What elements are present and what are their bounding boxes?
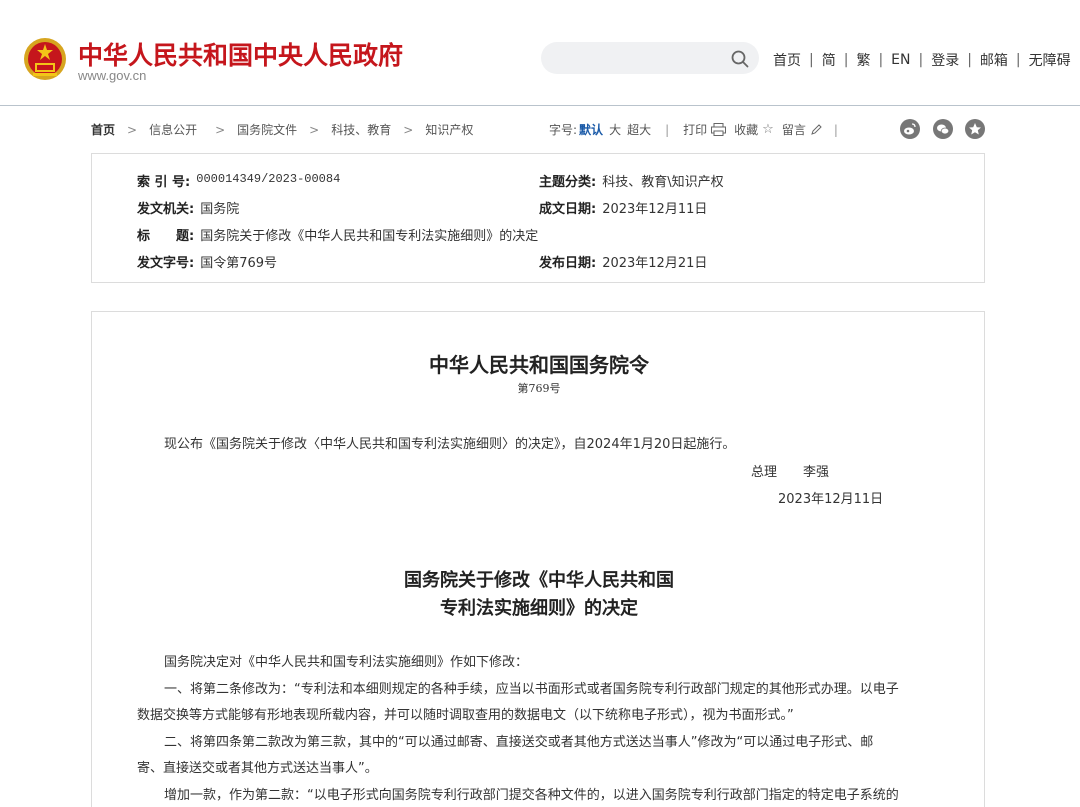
separator: | bbox=[918, 52, 924, 68]
sign-date: 2023年12月11日 bbox=[778, 492, 884, 507]
paragraph-2-line1: 二、将第四条第二款改为第三款，其中的“可以通过邮寄、直接送交或者其他方式送达当事… bbox=[164, 735, 874, 750]
separator: | bbox=[665, 122, 670, 137]
meta-index: 索 引 号: 000014349/2023-00084 bbox=[137, 171, 340, 190]
favorite-share-icon[interactable] bbox=[965, 119, 985, 139]
paragraph-1-line2: 数据交换等方式能够有形地表现所载内容，并可以随时调取查用的数据电文（以下统称电子… bbox=[137, 708, 794, 723]
meta-created-label: 成文日期: bbox=[539, 202, 597, 217]
search-input[interactable] bbox=[541, 42, 759, 74]
star-icon[interactable]: ☆ bbox=[762, 122, 774, 137]
chevron-right-icon: > bbox=[309, 122, 320, 137]
weibo-share-icon[interactable] bbox=[900, 119, 920, 139]
chevron-right-icon: > bbox=[403, 122, 414, 137]
meta-topic-label: 主题分类: bbox=[539, 175, 597, 190]
meta-index-label: 索 引 号: bbox=[137, 175, 191, 190]
signer: 总理 李强 bbox=[751, 465, 830, 480]
separator: | bbox=[809, 52, 814, 68]
meta-topic-value: 科技、教育\知识产权 bbox=[602, 175, 724, 190]
breadcrumb-info-disclosure[interactable]: 信息公开 bbox=[149, 121, 197, 138]
separator: | bbox=[833, 122, 838, 137]
breadcrumb-ip[interactable]: 知识产权 bbox=[425, 121, 473, 138]
meta-docno-label: 发文字号: bbox=[137, 256, 195, 271]
font-size-large[interactable]: 大 bbox=[609, 121, 621, 138]
font-size-label: 字号: bbox=[549, 123, 578, 137]
meta-created-value: 2023年12月11日 bbox=[602, 202, 708, 217]
top-link-login[interactable]: 登录 bbox=[931, 50, 959, 70]
separator: | bbox=[967, 52, 972, 68]
top-link-mail[interactable]: 邮箱 bbox=[980, 50, 1008, 70]
site-header: 中华人民共和国中央人民政府 www.gov.cn 首页 | 简 | 繁 | EN… bbox=[0, 0, 1080, 106]
top-link-accessibility[interactable]: 无障碍 bbox=[1029, 50, 1071, 70]
pencil-icon[interactable] bbox=[810, 123, 822, 136]
breadcrumb-sci-edu[interactable]: 科技、教育 bbox=[331, 121, 391, 138]
favorite-button[interactable]: 收藏 bbox=[734, 121, 758, 138]
print-button[interactable]: 打印 bbox=[683, 121, 707, 138]
top-link-traditional[interactable]: 繁 bbox=[856, 50, 870, 70]
meta-docno: 发文字号: 国令第769号 bbox=[137, 252, 277, 271]
meta-title: 标 题: 国务院关于修改《中华人民共和国专利法实施细则》的决定 bbox=[137, 225, 538, 244]
site-title[interactable]: 中华人民共和国中央人民政府 bbox=[78, 36, 403, 72]
paragraph-3-line1: 增加一款，作为第二款：“以电子形式向国务院专利行政部门提交各种文件的，以进入国务… bbox=[164, 788, 899, 803]
national-emblem-icon[interactable] bbox=[23, 36, 67, 82]
meta-published: 发布日期: 2023年12月21日 bbox=[539, 252, 707, 271]
printer-icon[interactable] bbox=[711, 123, 727, 136]
meta-topic: 主题分类: 科技、教育\知识产权 bbox=[539, 171, 724, 190]
breadcrumb-state-council-docs[interactable]: 国务院文件 bbox=[237, 121, 297, 138]
paragraph-intro: 国务院决定对《中华人民共和国专利法实施细则》作如下修改： bbox=[164, 655, 529, 670]
top-link-english[interactable]: EN bbox=[891, 52, 910, 68]
breadcrumb-home[interactable]: 首页 bbox=[91, 121, 115, 138]
meta-issuer-value: 国务院 bbox=[200, 202, 240, 217]
separator: | bbox=[1015, 52, 1021, 68]
meta-title-value: 国务院关于修改《中华人民共和国专利法实施细则》的决定 bbox=[200, 229, 539, 244]
font-size-default[interactable]: 默认 bbox=[579, 121, 603, 138]
order-title: 中华人民共和国国务院令 bbox=[429, 353, 649, 377]
paragraph-2-line2: 寄、直接送交或者其他方式送达当事人”。 bbox=[137, 761, 378, 776]
chevron-right-icon: > bbox=[127, 122, 138, 137]
meta-created: 成文日期: 2023年12月11日 bbox=[539, 198, 707, 217]
paragraph-1-line1: 一、将第二条修改为：“专利法和本细则规定的各种手续，应当以书面形式或者国务院专利… bbox=[164, 682, 899, 697]
top-link-home[interactable]: 首页 bbox=[773, 50, 801, 70]
article-tools: 字号: 默认 大 超大 | 打印 收藏 ☆ 留言 | bbox=[549, 121, 852, 138]
top-nav-links: 首页 | 简 | 繁 | EN | 登录 | 邮箱 | 无障碍 bbox=[773, 50, 1071, 70]
meta-issuer: 发文机关: 国务院 bbox=[137, 198, 239, 217]
chevron-right-icon: > bbox=[215, 122, 226, 137]
search-icon[interactable] bbox=[731, 50, 749, 68]
breadcrumb: 首页 > 信息公开 > 国务院文件 > 科技、教育 > 知识产权 bbox=[91, 121, 473, 138]
decision-title-line1: 国务院关于修改《中华人民共和国 bbox=[404, 570, 674, 591]
decision-title-line2: 专利法实施细则》的决定 bbox=[440, 598, 638, 619]
meta-issuer-label: 发文机关: bbox=[137, 202, 195, 217]
separator: | bbox=[878, 52, 884, 68]
meta-title-label: 标 题: bbox=[137, 229, 195, 244]
document-meta-box: 索 引 号: 000014349/2023-00084 主题分类: 科技、教育\… bbox=[91, 153, 985, 283]
font-size-xlarge[interactable]: 超大 bbox=[627, 121, 651, 138]
comment-button[interactable]: 留言 bbox=[782, 121, 806, 138]
site-url: www.gov.cn bbox=[78, 68, 147, 83]
top-link-simplified[interactable]: 简 bbox=[822, 50, 836, 70]
meta-published-label: 发布日期: bbox=[539, 256, 597, 271]
order-number: 第769号 bbox=[517, 382, 561, 395]
separator: | bbox=[843, 52, 849, 68]
meta-published-value: 2023年12月21日 bbox=[602, 256, 708, 271]
wechat-share-icon[interactable] bbox=[933, 119, 953, 139]
announcement-text: 现公布《国务院关于修改〈中华人民共和国专利法实施细则〉的决定》，自2024年1月… bbox=[164, 437, 736, 452]
meta-index-value: 000014349/2023-00084 bbox=[196, 172, 341, 186]
meta-docno-value: 国令第769号 bbox=[200, 256, 278, 271]
article-body: 中华人民共和国国务院令 第769号 现公布《国务院关于修改〈中华人民共和国专利法… bbox=[91, 311, 985, 807]
